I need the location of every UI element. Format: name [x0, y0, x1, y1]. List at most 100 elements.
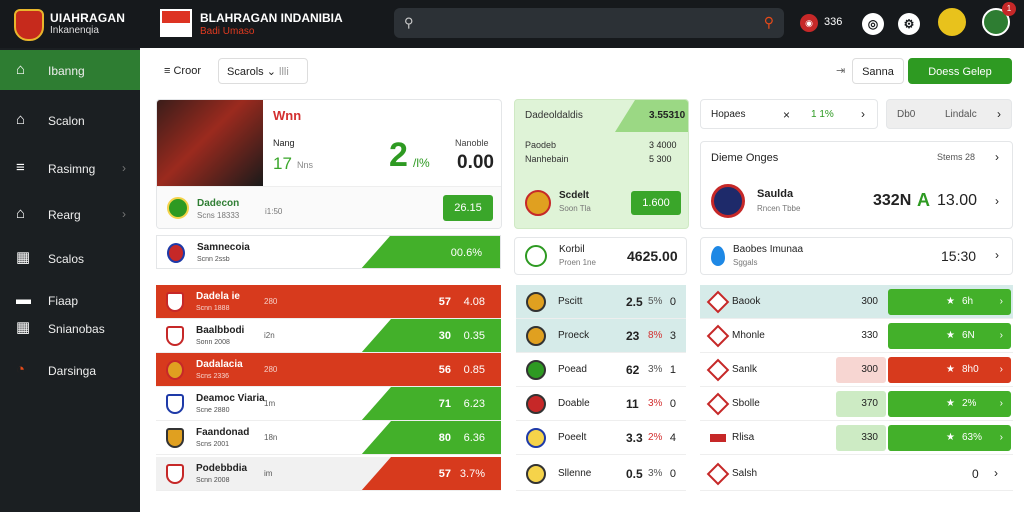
- list-item[interactable]: Rlisa 330 ★ 63% ›: [700, 421, 1013, 455]
- chevron-right-icon[interactable]: ›: [994, 466, 998, 480]
- right-row-q[interactable]: 300: [836, 357, 886, 383]
- hero-team-sub: Scns 18333: [197, 211, 240, 220]
- list-item[interactable]: Doable 11 3% 0: [516, 387, 686, 421]
- mid-single-sub: Proen 1ne: [559, 258, 596, 267]
- featured-value: 3.55310: [649, 110, 686, 121]
- notification-badge[interactable]: ◉: [800, 14, 818, 32]
- featured-value-1: 3 4000: [649, 140, 677, 150]
- right-row-q[interactable]: 330: [836, 425, 886, 451]
- right-row-name: Rlisa: [732, 432, 755, 443]
- sidebar-item-3[interactable]: ≡ Rasimng ›: [0, 148, 140, 188]
- odds-button[interactable]: ★ 63% ›: [888, 425, 1011, 451]
- home-icon: ⌂: [16, 61, 26, 78]
- notification-count: 336: [824, 16, 843, 28]
- odds-button[interactable]: ★ 8h0 ›: [888, 357, 1011, 383]
- sidebar-item-8[interactable]: ◔ Darsinga: [0, 350, 140, 390]
- sidebar-item-5[interactable]: ▦ Scalos: [0, 238, 140, 278]
- table-row[interactable]: Dadela ie Scnn 1888 280 57 4.08: [156, 285, 501, 319]
- chevron-right-icon: ›: [999, 330, 1003, 341]
- home-icon: ⌂: [16, 205, 26, 222]
- chevron-right-icon[interactable]: ›: [995, 194, 999, 208]
- row-name: Faandonad: [196, 427, 250, 438]
- mid-row-extra: 0: [669, 468, 676, 480]
- list-item[interactable]: Poeelt 3.3 2% 4: [516, 421, 686, 455]
- list-item[interactable]: Mhonle 330 ★ 6N ›: [700, 319, 1013, 353]
- search-submit-icon[interactable]: ⚲: [764, 14, 774, 31]
- sidebar-item-7[interactable]: ▦ Snianobas: [0, 308, 140, 348]
- list-item[interactable]: Baook 300 ★ 6h ›: [700, 285, 1013, 319]
- sidebar-item-2[interactable]: ⌂ Scalon: [0, 100, 140, 140]
- star-icon: ★: [946, 364, 955, 375]
- right-row-name: Baook: [732, 296, 761, 307]
- odds-button[interactable]: ★ 6N ›: [888, 323, 1011, 349]
- table-row[interactable]: Baalbbodi Sonn 2008 i2n 30 0.35: [156, 319, 501, 353]
- list-item[interactable]: Proeck 23 8% 3: [516, 319, 686, 353]
- sidebar-item-4[interactable]: ⌂ Rearg ›: [0, 194, 140, 234]
- odds-button[interactable]: ★ 2% ›: [888, 391, 1011, 417]
- team-crest-icon: [706, 462, 730, 486]
- primary-button[interactable]: Doess Gelep: [908, 58, 1012, 84]
- team-crest-icon: [710, 434, 726, 442]
- mid-single-card[interactable]: Korbil Proen 1ne 4625.00: [514, 237, 687, 275]
- toggle-option-2[interactable]: Lindalc: [945, 109, 977, 120]
- chevron-right-icon[interactable]: ›: [995, 150, 999, 164]
- sidebar-item-1[interactable]: ⌂ Ibanng: [0, 50, 140, 90]
- team-crest-icon: [706, 358, 730, 382]
- odds-value: 6h: [962, 296, 974, 307]
- list-item[interactable]: Pscitt 2.5 5% 0: [516, 285, 686, 319]
- row-time: im: [264, 469, 273, 478]
- row-sub: Scns 2001: [196, 441, 230, 448]
- expand-icon[interactable]: ⇥: [828, 58, 853, 84]
- secondary-button[interactable]: Sanna: [852, 58, 904, 84]
- right-filter[interactable]: Hopaes × 1 1% ›: [700, 99, 878, 129]
- right-toggle[interactable]: Db0 Lindalc ›: [886, 99, 1012, 129]
- mid-row-extra: 4: [669, 432, 676, 444]
- team-crest-icon: [166, 464, 184, 484]
- brand-name: UIAHRAGAN: [50, 11, 126, 25]
- list-item[interactable]: Salsh 0 ›: [700, 457, 1013, 491]
- right-row-q[interactable]: 370: [836, 391, 886, 417]
- search-input[interactable]: ⚲ ⚲: [394, 8, 784, 38]
- odds-value: 6N: [962, 330, 975, 341]
- featured-card[interactable]: Dadeoldaldis 3.55310 Paodeb 3 4000 Nanhe…: [514, 99, 689, 229]
- mid-row-percent: 3%: [648, 398, 663, 409]
- right-card[interactable]: Dieme Onges Stems 28 › Saulda Rncen Tbbe…: [700, 141, 1013, 229]
- table-row[interactable]: Faandonad Scns 2001 18n 80 6.36: [156, 421, 501, 455]
- team-crest-icon: [526, 428, 546, 448]
- mid-row-extra: 3: [669, 330, 676, 342]
- list-item[interactable]: Sllenne 0.5 3% 0: [516, 457, 686, 491]
- right-card-title: Dieme Onges: [711, 152, 779, 164]
- table-row[interactable]: Dadalacia Scns 2336 280 56 0.85: [156, 353, 501, 387]
- list-item[interactable]: Samnecoia Scnn 2ssb 00.6%: [156, 235, 501, 269]
- close-icon[interactable]: ×: [783, 108, 790, 122]
- right-row-q[interactable]: 330: [836, 323, 886, 349]
- table-row[interactable]: Podebbdia Scnn 2008 im 57 3.7%: [156, 457, 501, 491]
- list-item[interactable]: Sbolle 370 ★ 2% ›: [700, 387, 1013, 421]
- table-row[interactable]: Deamoc Viaria Scne 2880 1m 71 6.23: [156, 387, 501, 421]
- hero-team: Dadecon: [197, 198, 240, 209]
- row-time: 18n: [264, 433, 278, 442]
- team-crest-icon: [526, 394, 546, 414]
- notification-icon: ◉: [805, 18, 813, 28]
- chevron-right-icon[interactable]: ›: [861, 107, 865, 121]
- filter-dropdown[interactable]: Scarols ⌄ llli: [218, 58, 308, 84]
- right-single-card[interactable]: Baobes Imunaa Sggals 15:30 ›: [700, 237, 1013, 275]
- odds-button[interactable]: ★ 6h ›: [888, 289, 1011, 315]
- list-item[interactable]: Poead 62 3% 1: [516, 353, 686, 387]
- star-icon: ★: [946, 432, 955, 443]
- chevron-right-icon[interactable]: ›: [995, 248, 999, 262]
- hero-score: 17: [273, 154, 292, 173]
- right-row-q[interactable]: 300: [836, 289, 886, 315]
- target-icon[interactable]: ◎: [862, 13, 884, 35]
- chevron-right-icon[interactable]: ›: [997, 107, 1001, 121]
- hero-card[interactable]: Wnn Nang 17 Nns 2 /l% Nanoble 0.00 Dadec…: [156, 99, 502, 229]
- filter-label[interactable]: ≡ Croor: [156, 58, 209, 84]
- list-item[interactable]: Sanlk 300 ★ 8h0 ›: [700, 353, 1013, 387]
- featured-odds-button[interactable]: 1.600: [631, 191, 681, 215]
- toggle-option-1[interactable]: Db0: [897, 109, 915, 120]
- gear-icon[interactable]: ⚙: [898, 13, 920, 35]
- hero-odds-button[interactable]: 26.15: [443, 195, 493, 221]
- coin-avatar[interactable]: [938, 8, 966, 36]
- mid-row-name: Doable: [558, 398, 590, 409]
- brand-logo[interactable]: [14, 9, 44, 41]
